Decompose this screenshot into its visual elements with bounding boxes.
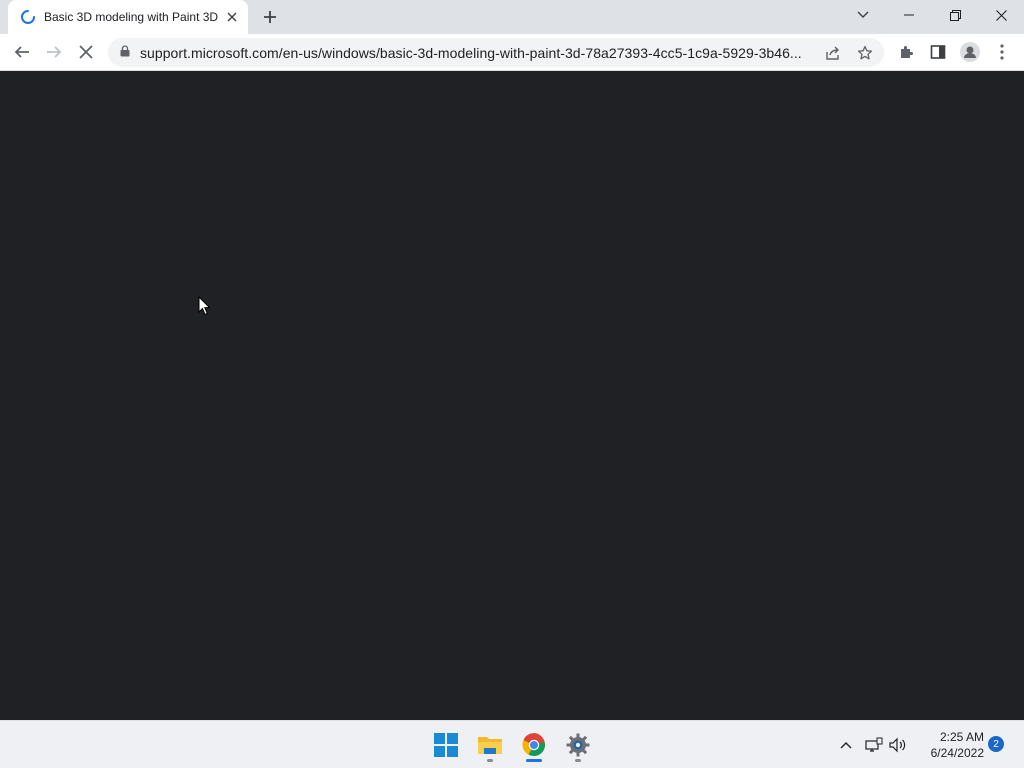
clock-date: 6/24/2022 — [930, 746, 984, 760]
app-running-indicator — [487, 759, 493, 762]
tab-close-icon[interactable] — [224, 9, 240, 25]
stop-icon — [79, 45, 93, 59]
tab-title: Basic 3D modeling with Paint 3D — [44, 10, 219, 24]
clock-time: 2:25 AM — [939, 730, 984, 744]
close-window-button[interactable] — [978, 0, 1024, 30]
menu-button[interactable] — [988, 38, 1016, 66]
stop-loading-button[interactable] — [72, 38, 100, 66]
chrome-button[interactable] — [516, 727, 552, 763]
restore-button[interactable] — [932, 0, 978, 30]
network-icon — [865, 737, 883, 752]
back-icon — [14, 46, 29, 58]
tab-search-button[interactable] — [840, 0, 886, 30]
volume-button[interactable] — [888, 735, 908, 755]
file-explorer-button[interactable] — [472, 727, 508, 763]
chevron-down-icon — [857, 11, 869, 18]
forward-button[interactable] — [40, 38, 68, 66]
bookmark-star-icon[interactable] — [856, 44, 874, 62]
profile-icon — [960, 42, 980, 62]
close-icon — [995, 9, 1007, 21]
taskbar-clock[interactable]: 2:25 AM 6/24/2022 — [914, 729, 984, 761]
side-panel-button[interactable] — [924, 38, 952, 66]
volume-icon — [889, 737, 906, 753]
side-panel-icon — [930, 45, 946, 59]
show-hidden-icons-button[interactable] — [836, 735, 856, 755]
profile-button[interactable] — [956, 38, 984, 66]
mouse-cursor-icon — [198, 295, 211, 321]
lock-icon[interactable] — [120, 44, 130, 62]
browser-toolbar: support.microsoft.com/en-us/windows/basi… — [0, 34, 1024, 71]
extensions-icon — [901, 46, 913, 58]
restore-icon — [949, 9, 961, 21]
back-button[interactable] — [8, 38, 36, 66]
settings-button[interactable] — [560, 727, 596, 763]
share-icon[interactable] — [824, 44, 842, 62]
menu-icon — [1000, 44, 1004, 60]
settings-icon — [566, 733, 590, 757]
minimize-button[interactable] — [886, 0, 932, 30]
start-icon — [434, 733, 458, 757]
page-content[interactable] — [0, 71, 1024, 720]
new-tab-button[interactable] — [258, 5, 282, 29]
minimize-icon — [904, 14, 914, 16]
app-active-indicator — [526, 759, 542, 762]
app-running-indicator — [575, 759, 581, 762]
tab-strip: Basic 3D modeling with Paint 3D — [0, 0, 1024, 34]
browser-tab[interactable]: Basic 3D modeling with Paint 3D — [8, 0, 248, 34]
forward-icon — [47, 46, 62, 58]
taskbar: 2:25 AM 6/24/2022 — [0, 720, 1024, 768]
chevron-up-icon — [840, 742, 852, 749]
address-bar[interactable]: support.microsoft.com/en-us/windows/basi… — [108, 38, 884, 67]
plus-icon — [264, 11, 276, 23]
start-button[interactable] — [428, 727, 464, 763]
file-explorer-icon — [478, 737, 502, 754]
network-button[interactable] — [864, 735, 884, 755]
url-text[interactable]: support.microsoft.com/en-us/windows/basi… — [140, 45, 820, 61]
chrome-icon — [522, 733, 545, 756]
notification-badge[interactable]: 2 — [988, 736, 1004, 752]
extensions-button[interactable] — [892, 38, 920, 66]
loading-spinner-icon — [20, 9, 36, 25]
